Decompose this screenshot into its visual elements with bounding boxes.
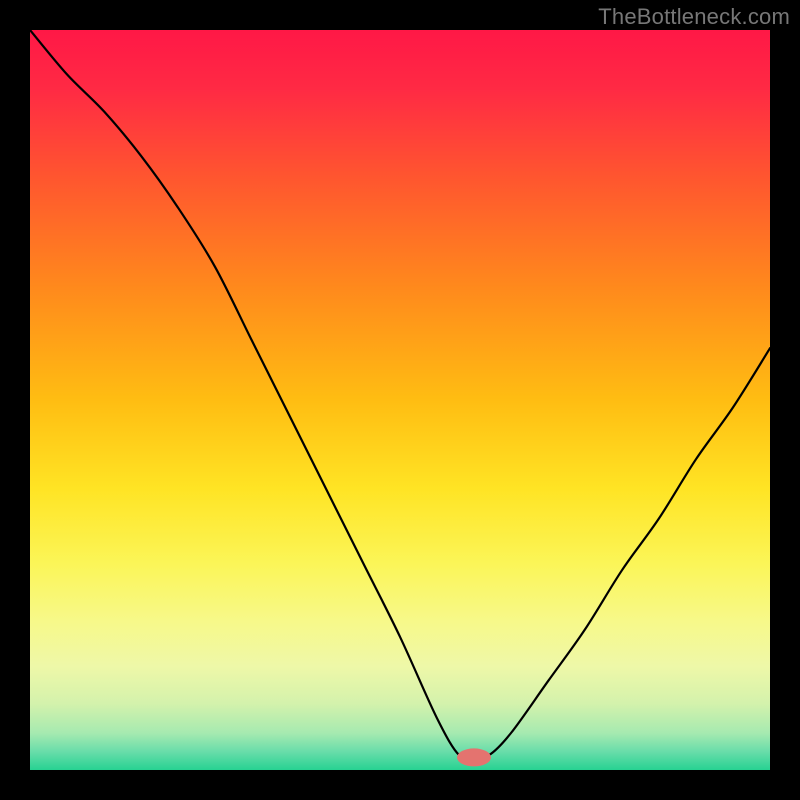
- optimal-point-marker: [457, 748, 491, 766]
- chart-frame: TheBottleneck.com: [0, 0, 800, 800]
- watermark-text: TheBottleneck.com: [598, 4, 790, 30]
- plot-area: [30, 30, 770, 770]
- gradient-background: [30, 30, 770, 770]
- bottleneck-chart: [30, 30, 770, 770]
